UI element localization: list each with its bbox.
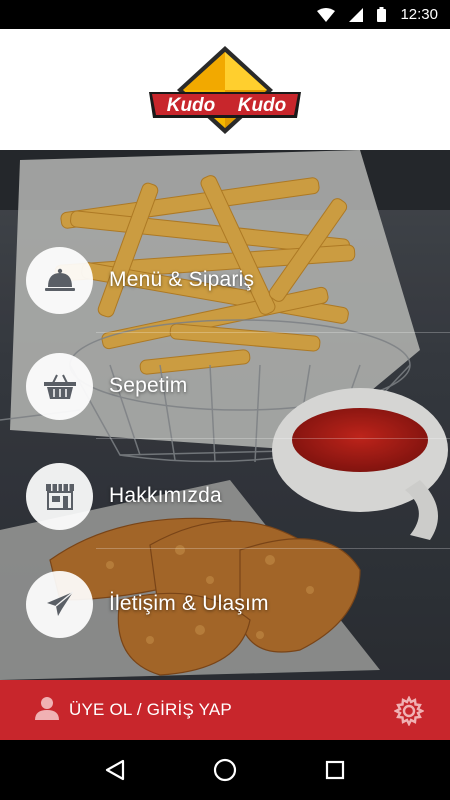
menu-item-contact[interactable]: İletişim & Ulaşım [0, 554, 450, 654]
menu-item-label: Sepetim [109, 374, 188, 397]
recents-icon[interactable] [311, 746, 359, 794]
app-header: Kudo Kudo [0, 29, 450, 150]
divider [96, 438, 450, 439]
user-icon [34, 696, 60, 725]
hero-food-image: Menü & Sipariş Sepetim Hakkımızda İletiş… [0, 150, 450, 680]
kudo-kudo-logo: Kudo Kudo [149, 45, 301, 134]
menu-item-menu-order[interactable]: Menü & Sipariş [0, 230, 450, 333]
logo-text-left: Kudo [167, 95, 216, 116]
login-register-button[interactable]: ÜYE OL / GİRİŞ YAP [34, 696, 232, 725]
status-bar: 12:30 [0, 0, 450, 29]
signal-icon [349, 7, 364, 22]
system-nav-bar [0, 740, 450, 800]
wifi-icon [317, 7, 336, 22]
divider [96, 548, 450, 549]
cloche-icon [26, 246, 93, 314]
logo-text-right: Kudo [238, 95, 287, 116]
menu-item-label: Menü & Sipariş [109, 268, 255, 291]
menu-item-label: İletişim & Ulaşım [109, 592, 269, 615]
menu-item-about[interactable]: Hakkımızda [0, 446, 450, 549]
battery-icon [377, 7, 387, 22]
back-icon[interactable] [91, 746, 139, 794]
divider [96, 332, 450, 333]
gear-icon[interactable] [393, 695, 425, 731]
status-time: 12:30 [400, 6, 438, 23]
menu-item-label: Hakkımızda [109, 484, 222, 507]
store-icon [26, 462, 93, 530]
login-register-label: ÜYE OL / GİRİŞ YAP [69, 700, 232, 719]
send-icon [26, 570, 93, 638]
login-bar: ÜYE OL / GİRİŞ YAP [0, 680, 450, 740]
menu-item-cart[interactable]: Sepetim [0, 336, 450, 439]
main-menu: Menü & Sipariş Sepetim Hakkımızda İletiş… [0, 150, 450, 680]
home-icon[interactable] [201, 746, 249, 794]
basket-icon [26, 352, 93, 420]
